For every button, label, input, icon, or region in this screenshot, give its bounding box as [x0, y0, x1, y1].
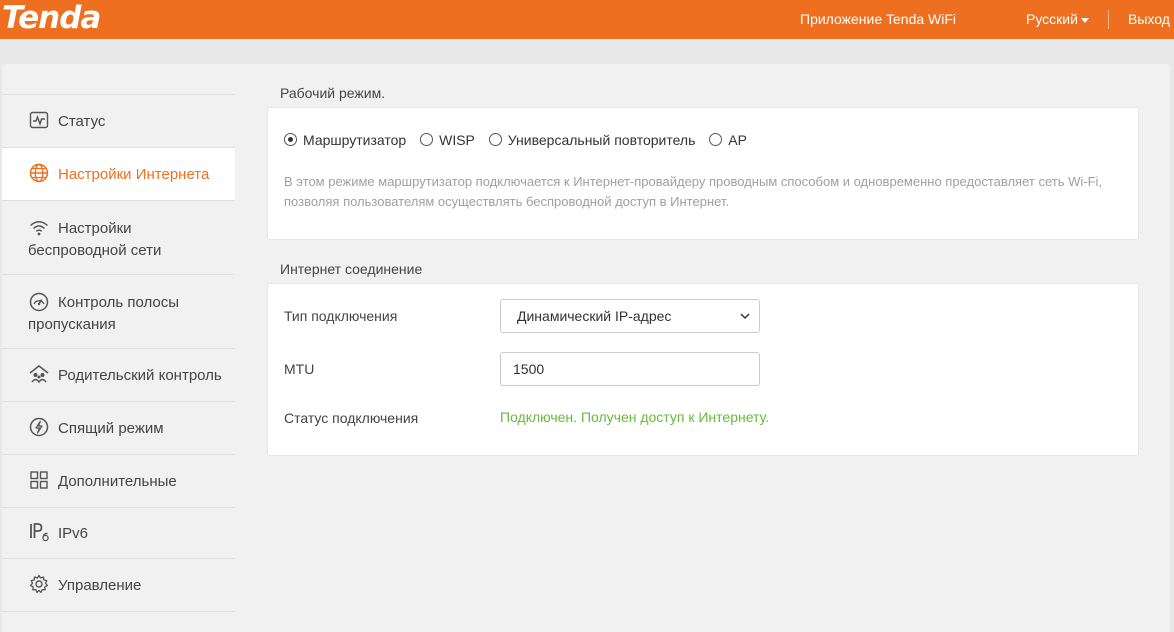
work-mode-description: В этом режиме маршрутизатор подключается…: [284, 174, 1103, 209]
internet-connection-title: Интернет соединение: [280, 261, 423, 277]
gauge-icon: [28, 291, 50, 313]
connection-type-value: Динамический IP-адрес: [517, 308, 672, 324]
logout-link[interactable]: Выход: [1128, 11, 1170, 27]
sidebar-item-wireless-settings[interactable]: Настройки беспроводной сети: [2, 201, 235, 275]
work-mode-card: Маршрутизатор WISP Универсальный повтори…: [267, 107, 1139, 240]
sidebar-item-ipv6[interactable]: IPv6: [2, 508, 235, 559]
parental-icon: [28, 363, 50, 385]
radio-unchecked-icon[interactable]: [420, 132, 434, 146]
mode-option-label: Универсальный повторитель: [507, 132, 696, 148]
sidebar: Статус Настройки Интернета Настройки бесп…: [2, 64, 235, 632]
sleep-icon: [28, 416, 50, 438]
radio-checked-icon[interactable]: [284, 132, 297, 146]
tenda-logo[interactable]: Tenda: [2, 1, 101, 35]
connection-type-label: Тип подключения: [284, 308, 398, 324]
connection-status-value: Подключен. Получен доступ к Интернету.: [500, 409, 770, 425]
work-mode-options: Маршрутизатор WISP Универсальный повтори…: [284, 132, 757, 148]
language-label: Русский: [1026, 11, 1078, 27]
sidebar-item-label-line1: Контроль полосы: [58, 294, 180, 311]
mode-option-universal-repeater[interactable]: Универсальный повторитель: [488, 132, 696, 148]
status-icon: [28, 109, 50, 131]
top-bar: Tenda Приложение Tenda WiFi Русский Выхо…: [0, 0, 1174, 39]
sidebar-item-label-line2: пропускания: [28, 316, 116, 334]
sidebar-menu: Статус Настройки Интернета Настройки бесп…: [2, 94, 235, 612]
mtu-input[interactable]: 1500: [500, 352, 760, 386]
mode-option-router[interactable]: Маршрутизатор: [284, 132, 406, 148]
main-content: Рабочий режим. Маршрутизатор WISP Универ…: [235, 64, 1170, 632]
grid-icon: [28, 469, 50, 491]
sidebar-item-label-line1: Настройки: [58, 220, 132, 237]
language-select[interactable]: Русский: [1026, 11, 1089, 27]
chevron-down-icon: [740, 313, 750, 320]
sidebar-item-label: Дополнительные: [58, 473, 177, 490]
sidebar-item-sleep-mode[interactable]: Спящий режим: [2, 402, 235, 455]
sidebar-item-label: Спящий режим: [58, 420, 164, 437]
sidebar-item-advanced[interactable]: Дополнительные: [2, 455, 235, 508]
mode-option-label: Маршрутизатор: [303, 132, 407, 148]
sidebar-item-label: Настройки Интернета: [58, 166, 210, 183]
sidebar-item-internet-settings[interactable]: Настройки Интернета: [2, 148, 235, 201]
sidebar-item-label: Статус: [58, 113, 106, 130]
mode-option-ap[interactable]: AP: [709, 132, 747, 148]
connection-status-label: Статус подключения: [284, 410, 419, 426]
radio-unchecked-icon[interactable]: [488, 132, 502, 146]
mode-option-wisp[interactable]: WISP: [420, 132, 475, 148]
mode-option-label: WISP: [439, 132, 475, 148]
sidebar-item-parental-control[interactable]: Родительский контроль: [2, 349, 235, 402]
mtu-label: MTU: [284, 361, 315, 377]
work-mode-title: Рабочий режим.: [280, 85, 386, 101]
internet-connection-card: Тип подключения Динамический IP-адрес MT…: [267, 283, 1139, 456]
sidebar-item-label-line2: беспроводной сети: [28, 242, 162, 260]
connection-type-select[interactable]: Динамический IP-адрес: [500, 299, 760, 333]
sidebar-item-label: Родительский контроль: [58, 367, 222, 384]
radio-unchecked-icon[interactable]: [709, 132, 723, 146]
gear-icon: [28, 573, 50, 595]
sidebar-item-management[interactable]: Управление: [2, 559, 235, 612]
wifi-icon: [28, 217, 50, 239]
mode-option-label: AP: [728, 132, 747, 148]
sidebar-item-bandwidth-control[interactable]: Контроль полосы пропускания: [2, 275, 235, 349]
header-divider: [1108, 10, 1109, 29]
sidebar-item-label: IPv6: [58, 525, 89, 542]
tenda-wifi-app-link[interactable]: Приложение Tenda WiFi: [800, 11, 956, 27]
caret-down-icon: [1080, 17, 1089, 23]
ipv6-icon: [28, 521, 50, 543]
sidebar-item-status[interactable]: Статус: [2, 95, 235, 148]
globe-icon: [28, 162, 50, 184]
sidebar-item-label: Управление: [58, 577, 142, 594]
